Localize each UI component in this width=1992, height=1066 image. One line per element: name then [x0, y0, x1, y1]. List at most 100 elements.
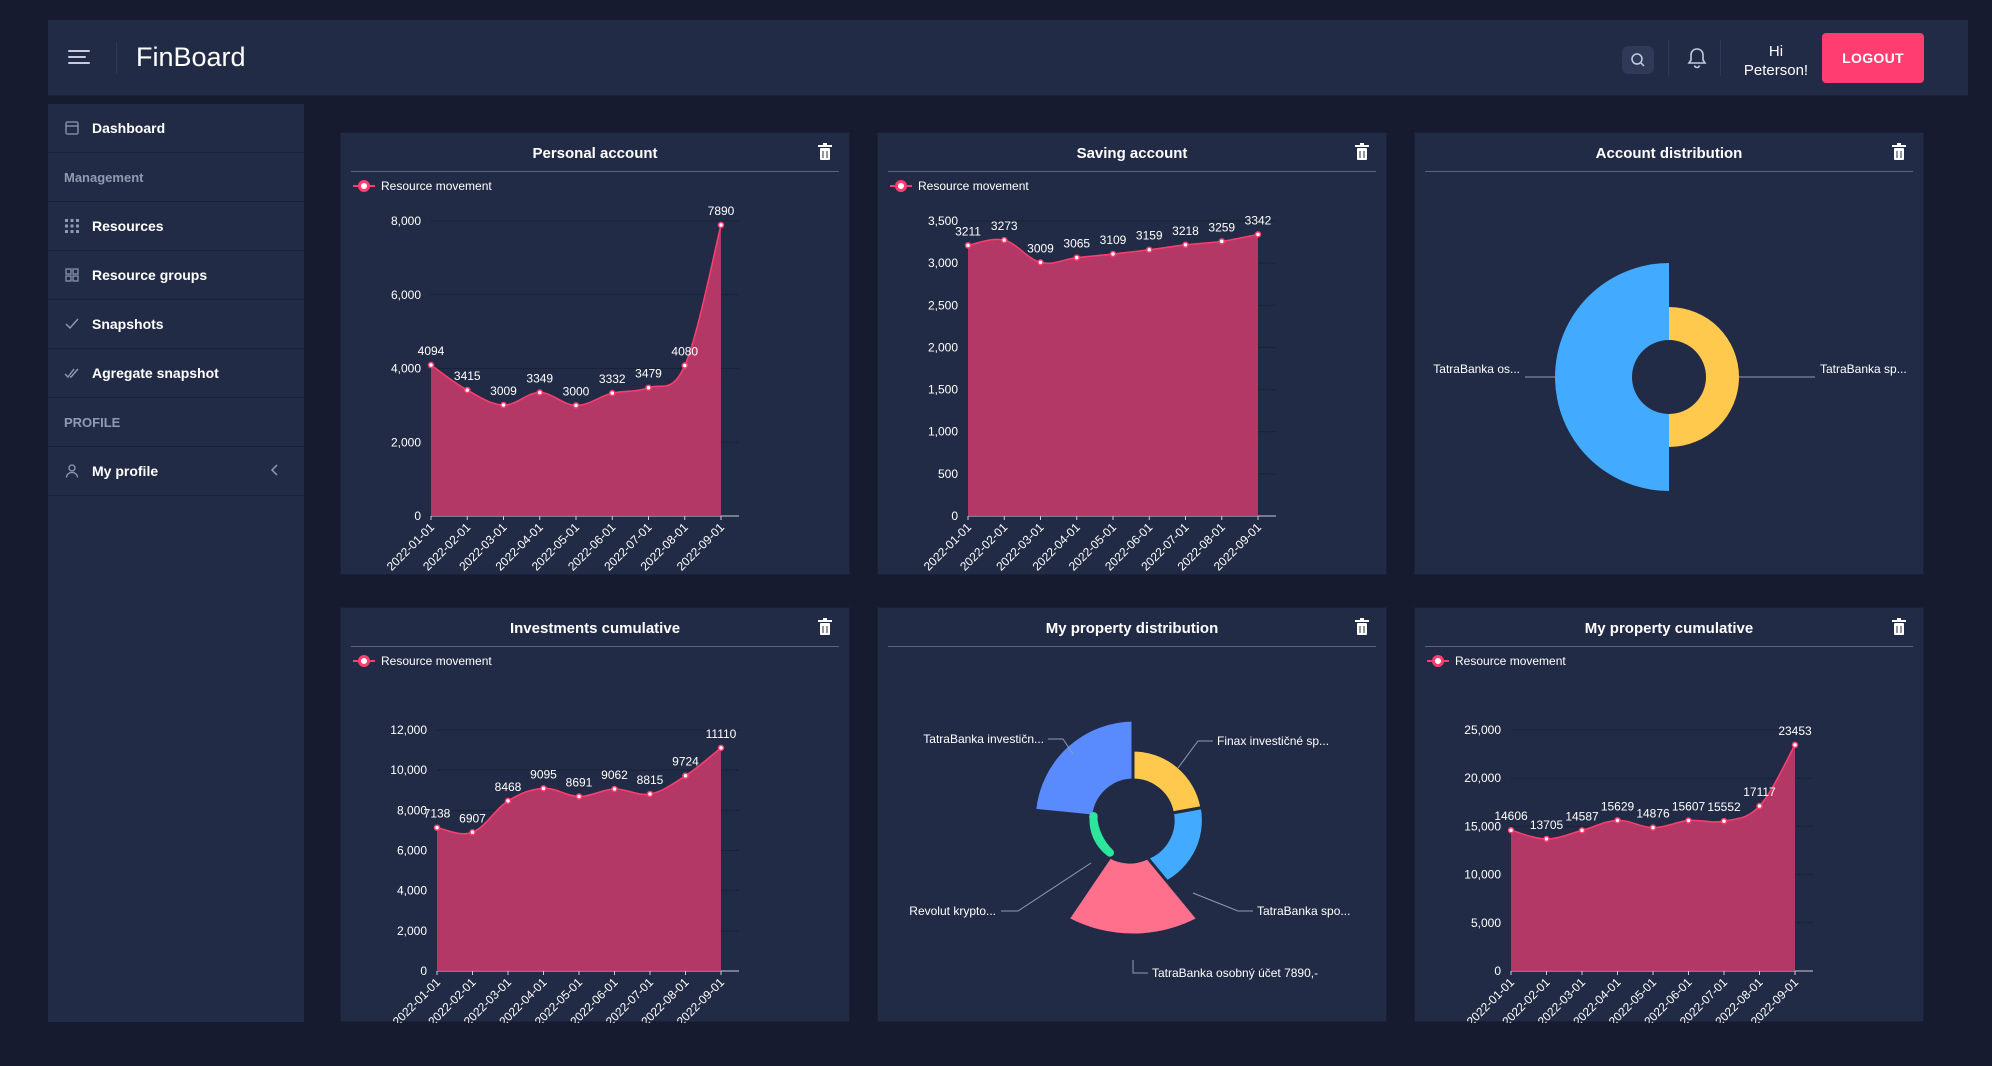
pie-slice-tatrabanka-sporiaci[interactable]: [1669, 307, 1739, 447]
grid-icon: [64, 267, 80, 283]
divider: [116, 42, 117, 74]
divider: [1668, 40, 1669, 76]
data-point: [504, 797, 512, 805]
sidebar-item-my-profile[interactable]: My profile: [48, 447, 304, 496]
data-label: 6907: [459, 811, 486, 825]
area-fill: [968, 234, 1258, 516]
top-bar: FinBoard Hi Peterson! LOGOUT: [48, 20, 1968, 96]
pie-slice-revolut[interactable]: [1089, 812, 1114, 857]
data-point: [427, 361, 435, 369]
data-label: 8815: [637, 773, 664, 787]
sidebar-group-profile: PROFILE: [48, 398, 304, 447]
data-label: 3415: [454, 369, 481, 383]
y-tick-label: 20,000: [1464, 771, 1501, 785]
slice-label: TatraBanka os...: [1433, 362, 1520, 376]
data-label: 3109: [1100, 233, 1127, 247]
data-point: [1182, 241, 1189, 249]
data-point: [540, 785, 547, 792]
data-point: [433, 824, 441, 831]
y-tick-label: 25,000: [1464, 723, 1501, 737]
data-label: 3159: [1136, 229, 1163, 243]
user-greeting[interactable]: Hi Peterson!: [1736, 42, 1816, 80]
data-point: [1614, 817, 1621, 824]
data-label: 15552: [1707, 800, 1741, 814]
data-point: [1109, 250, 1117, 258]
data-label: 13705: [1530, 818, 1564, 832]
sidebar-item-dashboard[interactable]: Dashboard: [48, 104, 304, 153]
sidebar-group-management: Management: [48, 153, 304, 202]
sidebar-item-snapshots[interactable]: Snapshots: [48, 300, 304, 349]
data-label: 3211: [955, 224, 981, 238]
grid-dots-icon: [64, 218, 80, 234]
y-tick-label: 4,000: [397, 884, 427, 898]
slice-label: TatraBanka investičn...: [923, 732, 1044, 746]
y-tick-label: 1,000: [928, 425, 958, 439]
data-label: 17117: [1743, 785, 1776, 799]
sidebar-item-resources[interactable]: Resources: [48, 202, 304, 251]
search-icon: [1631, 53, 1645, 67]
sidebar-item-label: Agregate snapshot: [92, 365, 219, 381]
data-label: 14876: [1636, 807, 1670, 821]
data-label: 3009: [1027, 241, 1054, 255]
data-point: [682, 772, 689, 779]
data-label: 3000: [563, 384, 590, 398]
search-button[interactable]: [1622, 46, 1654, 74]
y-tick-label: 1,500: [928, 383, 958, 397]
sidebar-item-label: Resources: [92, 218, 164, 234]
pie-slice-tatrabanka-osobny[interactable]: [1555, 263, 1669, 491]
chevron-left-icon[interactable]: [270, 463, 280, 480]
card-saving-account: Saving account Resource movement 0 500 1,0…: [877, 132, 1387, 575]
sidebar: Dashboard Management Resources Resource …: [48, 104, 304, 1022]
logout-button[interactable]: LOGOUT: [1822, 33, 1924, 83]
data-label: 15629: [1601, 799, 1635, 813]
data-point: [1756, 802, 1763, 810]
data-label: 4094: [418, 344, 445, 358]
area-fill: [1511, 744, 1795, 971]
data-label: 3332: [599, 372, 626, 386]
data-point: [500, 401, 507, 409]
notifications-button[interactable]: [1686, 46, 1708, 75]
sidebar-item-resource-groups[interactable]: Resource groups: [48, 251, 304, 300]
account-distribution-pie: TatraBanka os... TatraBanka sp...: [1433, 263, 1907, 491]
divider: [1720, 40, 1721, 76]
data-point: [469, 829, 476, 836]
pie-slice-tatrabanka-investicny[interactable]: [1033, 718, 1135, 818]
data-point: [681, 362, 688, 369]
data-label: 14606: [1494, 809, 1528, 823]
y-tick-label: 3,000: [928, 256, 958, 270]
card-investments-cumulative: Investments cumulative Resource movement…: [340, 607, 850, 1023]
data-label: 3009: [490, 384, 517, 398]
data-label: 3259: [1208, 220, 1235, 234]
double-check-icon: [64, 365, 80, 381]
menu-toggle-icon[interactable]: [68, 46, 92, 70]
data-label: 3273: [991, 219, 1018, 233]
sidebar-item-agregate-snapshot[interactable]: Agregate snapshot: [48, 349, 304, 398]
data-point: [575, 793, 583, 800]
sidebar-item-label: My profile: [92, 463, 159, 479]
data-label: 8691: [566, 775, 593, 789]
data-label: 9095: [530, 767, 557, 781]
data-point: [464, 386, 471, 394]
app-brand[interactable]: FinBoard: [136, 42, 246, 73]
data-point: [964, 242, 972, 249]
y-tick-label: 2,000: [391, 435, 421, 449]
y-tick-label: 0: [1494, 964, 1501, 978]
label-leader: [1132, 960, 1148, 974]
data-point: [717, 221, 725, 229]
data-point: [1146, 246, 1153, 253]
y-tick-label: 0: [414, 509, 421, 523]
data-label: 14587: [1565, 809, 1599, 823]
y-tick-label: 5,000: [1471, 916, 1501, 930]
card-account-distribution: Account distribution TatraBanka os... Ta…: [1414, 132, 1924, 575]
my-property-distribution-pie: TatraBanka investičn... Finax investičné…: [909, 718, 1350, 980]
pie-slice-finax[interactable]: [1131, 748, 1204, 815]
bell-icon: [1687, 48, 1707, 69]
y-tick-label: 6,000: [397, 844, 427, 858]
data-label: 7890: [708, 204, 735, 218]
y-tick-label: 6,000: [391, 288, 421, 302]
slice-label: Finax investičné sp...: [1217, 734, 1329, 748]
data-point: [1001, 236, 1008, 244]
data-point: [646, 790, 654, 798]
data-point: [1218, 238, 1225, 245]
data-point: [1543, 835, 1550, 843]
